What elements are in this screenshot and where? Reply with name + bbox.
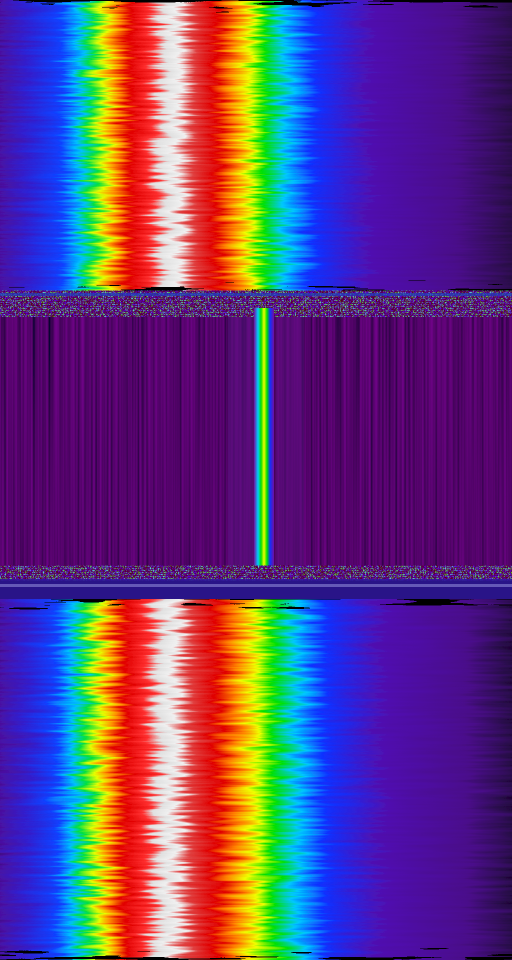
waterfall-lower-band (0, 599, 512, 960)
waterfall-canvas (0, 0, 512, 960)
noise-strip-lower (0, 567, 512, 599)
waterfall-upper-band (0, 0, 512, 293)
narrowband-signal-line (254, 308, 274, 568)
spectrum-waterfall-display (0, 0, 512, 960)
quiet-region (0, 308, 512, 568)
